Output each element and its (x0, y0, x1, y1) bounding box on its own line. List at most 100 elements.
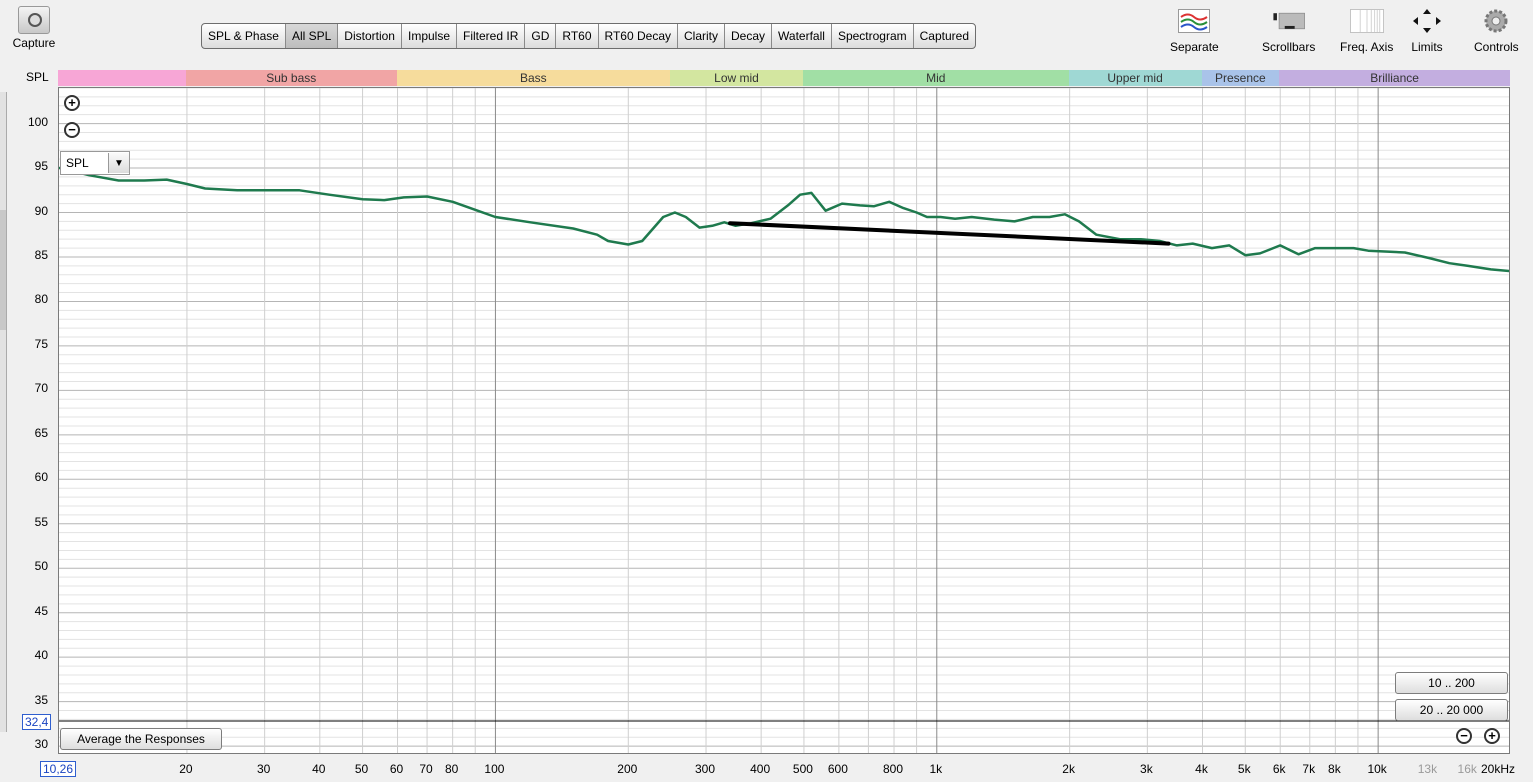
x-tick-label: 80 (444, 762, 459, 776)
spl-response-line (59, 166, 1509, 273)
y-tick-label: 70 (34, 381, 48, 396)
x-tick-label: 70 (419, 762, 433, 776)
x-tick-label: 30 (256, 762, 271, 776)
y-tick-label: 40 (34, 648, 48, 663)
tab-rt60-decay[interactable]: RT60 Decay (599, 24, 678, 48)
zoom-out-vertical-icon[interactable]: − (64, 122, 80, 138)
average-responses-button[interactable]: Average the Responses (60, 728, 222, 750)
x-tick-label: 100 (484, 762, 505, 776)
frequency-band: Brilliance (1279, 70, 1510, 86)
controls-button[interactable]: Controls (1474, 6, 1519, 54)
x-tick-label: 200 (617, 762, 638, 776)
frequency-band: Sub bass (185, 70, 397, 86)
capture-label: Capture (12, 36, 56, 50)
frequency-band: Low mid (670, 70, 803, 86)
y-tick-label: 30 (34, 737, 48, 752)
x-tick-label: 300 (694, 762, 716, 776)
x-tick-label: 2k (1062, 762, 1075, 776)
x-tick-label: 13k (1417, 762, 1438, 776)
frequency-band (58, 70, 186, 86)
range-10-200-button[interactable]: 10 .. 200 (1395, 672, 1508, 694)
x-tick-label: 800 (882, 762, 904, 776)
y-min-readout[interactable]: 32,4 (22, 714, 52, 730)
x-tick-label: 16k (1457, 762, 1477, 776)
x-tick-label: 600 (827, 762, 848, 776)
frequency-band: Mid (802, 70, 1069, 86)
separate-label: Separate (1170, 40, 1219, 54)
scrollbars-label: Scrollbars (1262, 40, 1316, 54)
y-tick-label: 50 (34, 559, 48, 574)
tab-all-spl[interactable]: All SPL (285, 24, 339, 48)
limits-label: Limits (1411, 40, 1443, 54)
tab-spl-phase[interactable]: SPL & Phase (202, 24, 286, 48)
x-tick-label: 10k (1367, 762, 1387, 776)
tab-captured[interactable]: Captured (914, 24, 975, 48)
vertical-scrollbar-thumb[interactable] (0, 210, 6, 330)
tab-clarity[interactable]: Clarity (678, 24, 726, 48)
x-tick-label: 500 (792, 762, 813, 776)
spl-dropdown[interactable]: SPL ▼ (60, 151, 130, 175)
controls-icon (1479, 6, 1513, 36)
tab-waterfall[interactable]: Waterfall (772, 24, 832, 48)
scrollbars-icon (1272, 6, 1306, 36)
x-tick-label: 50 (354, 762, 369, 776)
x-tick-label: 4k (1195, 762, 1208, 776)
x-tick-label: 3k (1140, 762, 1153, 776)
separate-icon (1177, 6, 1211, 36)
controls-label: Controls (1474, 40, 1519, 54)
range-20-20000-button[interactable]: 20 .. 20 000 (1395, 699, 1508, 721)
tab-decay[interactable]: Decay (725, 24, 773, 48)
spl-plot-area[interactable] (58, 87, 1510, 754)
x-tick-label: 60 (389, 762, 404, 776)
frequency-band: Upper mid (1068, 70, 1202, 86)
y-tick-label: 90 (34, 203, 48, 218)
tab-filtered-ir[interactable]: Filtered IR (457, 24, 526, 48)
x-tick-label: 40 (312, 762, 326, 776)
frequency-band: Presence (1201, 70, 1280, 86)
x-tick-label: 6k (1272, 762, 1286, 776)
y-tick-label: 55 (34, 514, 48, 529)
x-min-readout[interactable]: 10,26 (40, 761, 77, 777)
x-tick-label: 8k (1328, 762, 1341, 776)
zoom-in-horizontal-icon[interactable]: + (1484, 728, 1500, 744)
y-tick-label: 85 (34, 247, 48, 262)
x-tick-label: 7k (1302, 762, 1316, 776)
camera-icon (18, 6, 50, 34)
y-tick-label: 65 (34, 425, 48, 440)
y-tick-label: 35 (34, 692, 48, 707)
limits-button[interactable]: Limits (1410, 6, 1444, 54)
freq-axis-icon (1349, 6, 1384, 36)
spl-dropdown-value: SPL (66, 156, 89, 170)
x-tick-label: 20kHz (1480, 762, 1516, 776)
freq-axis-label: Freq. Axis (1340, 40, 1394, 54)
separate-button[interactable]: Separate (1170, 6, 1219, 54)
chevron-down-icon: ▼ (108, 153, 129, 173)
tab-impulse[interactable]: Impulse (402, 24, 458, 48)
zoom-in-vertical-icon[interactable]: + (64, 95, 80, 111)
spl-chart (59, 88, 1509, 753)
limits-icon (1410, 6, 1444, 36)
spl-axis-title: SPL (26, 70, 49, 84)
vertical-scrollbar[interactable] (0, 92, 7, 732)
y-tick-label: 80 (34, 292, 48, 307)
tab-distortion[interactable]: Distortion (338, 24, 402, 48)
zoom-out-horizontal-icon[interactable]: − (1456, 728, 1472, 744)
capture-button[interactable]: Capture (8, 6, 60, 50)
x-tick-label: 20 (179, 762, 193, 776)
tab-spectrogram[interactable]: Spectrogram (832, 24, 914, 48)
trend-line (728, 221, 1171, 246)
freq-axis-button[interactable]: Freq. Axis (1340, 6, 1393, 54)
frequency-band: Bass (396, 70, 671, 86)
tab-rt60[interactable]: RT60 (556, 24, 599, 48)
x-tick-label: 400 (750, 762, 771, 776)
x-tick-label: 5k (1237, 762, 1251, 776)
y-tick-label: 100 (27, 114, 48, 129)
y-tick-label: 60 (34, 470, 48, 485)
y-tick-label: 45 (34, 603, 48, 618)
x-tick-label: 1k (929, 762, 943, 776)
tab-gd[interactable]: GD (525, 24, 557, 48)
y-tick-label: 95 (34, 159, 48, 174)
y-tick-label: 75 (34, 336, 48, 351)
graph-type-tabs: SPL & Phase All SPL Distortion Impulse F… (201, 23, 977, 49)
scrollbars-button[interactable]: Scrollbars (1262, 6, 1315, 54)
